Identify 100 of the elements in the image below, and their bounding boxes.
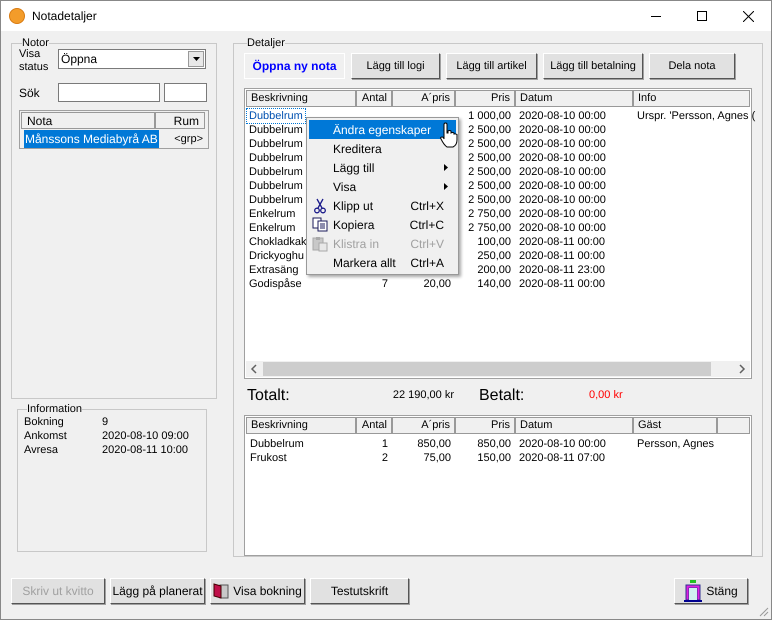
toolbar-button[interactable]: Lägg till artikel xyxy=(446,53,537,79)
room-field[interactable] xyxy=(164,83,207,102)
table-cell: 2020-08-10 00:00 xyxy=(519,137,606,151)
menu-item[interactable]: Klipp ut Ctrl+X xyxy=(309,196,456,215)
table-cell: 2020-08-10 00:00 xyxy=(519,221,606,235)
footer-button[interactable]: Lägg på planerat xyxy=(110,578,205,604)
table-cell: 2020-08-10 00:00 xyxy=(519,436,606,451)
menu-label: Kopiera xyxy=(333,216,374,234)
paid-value: 0,00 kr xyxy=(589,388,623,404)
table-cell: 850,00 xyxy=(477,436,511,451)
table-cell: 7 xyxy=(382,277,388,291)
status-label: Visa status xyxy=(19,47,50,74)
menu-label: Ändra egenskaper xyxy=(333,122,432,138)
total-value: 22 190,00 kr xyxy=(392,388,454,404)
table-cell: 2 500,00 xyxy=(468,151,511,165)
shortcut-text: Ctrl+C xyxy=(410,216,444,234)
copy-icon xyxy=(312,217,328,232)
table-cell: 2 xyxy=(382,450,388,465)
footer-button[interactable]: Visa bokning xyxy=(210,578,305,604)
column-header[interactable]: Beskrivning xyxy=(246,90,356,107)
search-field[interactable] xyxy=(58,83,160,102)
table-cell: 2020-08-11 00:00 xyxy=(519,249,606,263)
app-icon xyxy=(9,8,25,24)
menu-item[interactable]: Visa xyxy=(309,177,456,196)
table-cell: 2020-08-10 00:00 xyxy=(519,165,606,179)
table-cell: 2 500,00 xyxy=(468,123,511,137)
column-header[interactable]: Pris xyxy=(455,416,515,434)
table-cell: 150,00 xyxy=(477,450,511,465)
column-header[interactable]: A´pris xyxy=(392,416,455,434)
table-cell-text: Dubbelrum xyxy=(248,123,304,137)
menu-item[interactable]: Markera allt Ctrl+A xyxy=(309,253,456,272)
footer-button[interactable]: Testutskrift xyxy=(310,578,409,604)
column-header[interactable]: Datum xyxy=(515,416,633,434)
column-header[interactable]: Nota xyxy=(21,112,155,129)
table-cell: 2020-08-11 23:00 xyxy=(519,263,606,277)
footer-button[interactable]: Stäng xyxy=(674,578,748,604)
menu-item[interactable]: Ändra egenskaper xyxy=(309,120,456,139)
shortcut-text: Ctrl+V xyxy=(410,236,444,252)
table-cell-text: Drickyoghu xyxy=(248,249,306,263)
table-cell-text: Dubbelrum xyxy=(248,137,304,151)
table-cell: 75,00 xyxy=(423,450,451,465)
column-header[interactable]: Beskrivning xyxy=(246,416,356,434)
column-header[interactable]: Gäst xyxy=(633,416,717,434)
shortcut-text: Ctrl+A xyxy=(410,254,444,272)
clipboard-icon xyxy=(312,236,328,252)
search-label: Sök xyxy=(19,84,41,102)
table-cell: 140,00 xyxy=(477,277,511,291)
column-header[interactable]: A´pris xyxy=(392,90,455,107)
table-cell: 1 xyxy=(382,436,388,451)
room-text: <grp> xyxy=(174,132,203,147)
column-header[interactable]: Rum xyxy=(155,112,205,129)
hand-cursor-icon xyxy=(438,122,458,148)
list-item[interactable]: Månssons Mediabyrå AB xyxy=(24,130,159,148)
table-cell: 2020-08-11 00:00 xyxy=(519,235,606,249)
table-cell: 2020-08-11 07:00 xyxy=(519,450,606,465)
table-cell: 200,00 xyxy=(477,263,511,277)
table-cell-text: Dubbelrum xyxy=(248,179,304,193)
maximize-icon[interactable] xyxy=(697,11,707,21)
toolbar-button[interactable]: Lägg till logi xyxy=(351,53,440,79)
table-cell: 2 500,00 xyxy=(468,137,511,151)
table-cell: 20,00 xyxy=(423,277,451,291)
table-cell: Frukost xyxy=(250,450,287,465)
resize-grip-icon[interactable] xyxy=(758,606,769,617)
book-icon xyxy=(213,583,230,599)
menu-item[interactable]: Lägg till xyxy=(309,158,456,177)
column-header[interactable]: Info xyxy=(633,90,750,107)
group-title: Detaljer xyxy=(247,37,285,49)
column-header[interactable]: Pris xyxy=(455,90,515,107)
column-header[interactable]: Antal xyxy=(356,416,392,434)
scrollbar-thumb[interactable] xyxy=(263,362,711,376)
toolbar-button[interactable]: Dela nota xyxy=(649,53,735,79)
menu-label: Klistra in xyxy=(333,236,380,252)
table-cell: 2020-08-10 00:00 xyxy=(519,151,606,165)
table-cell: 2020-08-11 00:00 xyxy=(519,277,606,291)
menu-label: Lägg till xyxy=(333,160,374,176)
column-header[interactable]: Datum xyxy=(515,90,633,107)
toolbar-button[interactable]: Lägg till betalning xyxy=(543,53,643,79)
table-cell: 2020-08-10 00:00 xyxy=(519,109,606,123)
menu-label: Klipp ut xyxy=(333,198,374,214)
menu-label: Kreditera xyxy=(333,140,382,158)
table-cell-text: Dubbelrum xyxy=(248,151,304,165)
table-cell: 250,00 xyxy=(477,249,511,263)
toolbar-button[interactable]: Öppna ny nota xyxy=(244,53,345,79)
table-cell: 2020-08-10 00:00 xyxy=(519,179,606,193)
total-label: Totalt: xyxy=(247,386,291,406)
status-dropdown[interactable]: Öppna xyxy=(58,49,206,69)
table-cell: 850,00 xyxy=(417,436,451,451)
table-cell: Dubbelrum xyxy=(250,436,304,451)
column-header[interactable]: Antal xyxy=(356,90,392,107)
shortcut-text: Ctrl+X xyxy=(410,198,444,214)
menu-item[interactable]: Kopiera Ctrl+C xyxy=(309,215,456,234)
table-cell: 2 500,00 xyxy=(468,165,511,179)
close-icon[interactable] xyxy=(742,10,754,22)
table-cell: 2 500,00 xyxy=(468,179,511,193)
window-title: Notadetaljer xyxy=(32,8,97,25)
info-label: Bokning xyxy=(24,415,65,429)
table-cell-text: Enkelrum xyxy=(248,221,296,235)
info-label: Ankomst xyxy=(24,429,68,443)
table-cell: 2 750,00 xyxy=(468,207,511,221)
table-cell: 2020-08-10 00:00 xyxy=(519,123,606,137)
